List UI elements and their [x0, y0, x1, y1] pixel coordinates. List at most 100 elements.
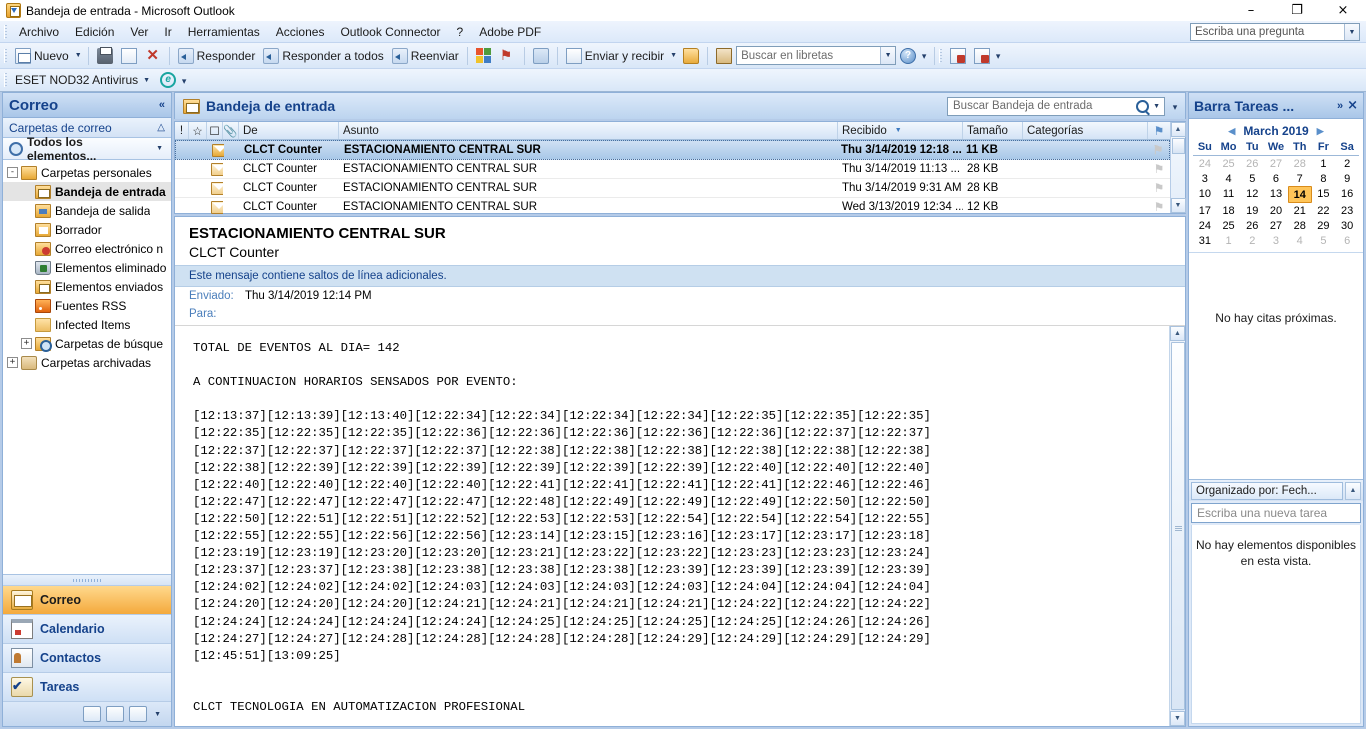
calendar-day[interactable]: 3 — [1264, 233, 1288, 248]
calendar-day[interactable]: 25 — [1217, 156, 1241, 171]
calendar-day[interactable]: 15 — [1312, 186, 1336, 203]
next-month-icon[interactable]: ▶ — [1317, 126, 1324, 137]
calendar-day[interactable]: 17 — [1193, 203, 1217, 218]
menu-item-archivo[interactable]: Archivo — [11, 23, 67, 41]
scroll-up-icon[interactable]: ▲ — [1170, 122, 1186, 137]
cell-flag[interactable]: ⚑ — [1147, 143, 1169, 157]
folder-item-bandeja-de-salida[interactable]: Bandeja de salida — [3, 201, 171, 220]
forward-button[interactable]: Reenviar — [388, 45, 463, 67]
print-button[interactable] — [93, 45, 117, 67]
toolbar-gripper[interactable] — [4, 48, 7, 63]
calendar-day[interactable]: 24 — [1193, 156, 1217, 171]
reading-pane-scrollbar[interactable]: ▲ ▼ — [1169, 326, 1185, 726]
calendar-day[interactable]: 9 — [1335, 171, 1359, 186]
eset-logo-button[interactable]: e — [156, 69, 180, 91]
chevron-down-icon[interactable]: ▼ — [154, 145, 165, 152]
calendar-day[interactable]: 18 — [1217, 203, 1241, 218]
sidebar-item-calendario[interactable]: Calendario — [3, 615, 171, 644]
column-icon[interactable]: ☐ — [207, 122, 223, 139]
pdf-toolbar-gripper[interactable] — [939, 48, 943, 63]
nav-buttons-gripper[interactable] — [3, 575, 171, 586]
folder-list-icon[interactable] — [106, 706, 125, 722]
eset-antivirus-button[interactable]: ESET NOD32 Antivirus ▼ — [11, 69, 156, 91]
open-folder-button[interactable] — [679, 45, 703, 67]
table-row[interactable]: CLCT Counter ESTACIONAMIENTO CENTRAL SUR T… — [175, 160, 1170, 179]
calendar-day[interactable]: 2 — [1240, 233, 1264, 248]
menu-gripper[interactable] — [4, 24, 7, 39]
send-receive-button[interactable]: Enviar y recibir — [562, 45, 668, 67]
chevron-down-icon[interactable]: ▼ — [1149, 103, 1164, 110]
cell-flag[interactable]: ⚑ — [1148, 162, 1170, 176]
calendar-day[interactable]: 11 — [1217, 186, 1241, 203]
calendar-day[interactable]: 2 — [1335, 156, 1359, 171]
follow-up-flag-icon[interactable]: ⚑ — [1154, 200, 1165, 214]
calendar-day[interactable]: 4 — [1217, 171, 1241, 186]
info-bar[interactable]: Este mensaje contiene saltos de línea ad… — [175, 265, 1185, 287]
calendar-day[interactable]: 28 — [1288, 156, 1312, 171]
sidebar-item-contactos[interactable]: Contactos — [3, 644, 171, 673]
calendar-day[interactable]: 13 — [1264, 186, 1288, 203]
column-reminder[interactable]: ☆ — [189, 122, 207, 139]
task-scroll-up-icon[interactable]: ▲ — [1345, 481, 1361, 500]
calendar-day[interactable]: 20 — [1264, 203, 1288, 218]
delete-button[interactable]: ✕ — [141, 45, 165, 67]
scrollbar-thumb[interactable] — [1171, 138, 1185, 154]
calendar-day[interactable]: 30 — [1335, 218, 1359, 233]
rules-button[interactable] — [529, 45, 553, 67]
menu-item-acciones[interactable]: Acciones — [268, 23, 333, 41]
expand-icon[interactable]: + — [21, 338, 32, 349]
table-row[interactable]: CLCT Counter ESTACIONAMIENTO CENTRAL SUR T… — [175, 179, 1170, 198]
arrange-by-button[interactable]: Organizado por: Fech... — [1191, 481, 1343, 500]
notes-icon[interactable] — [83, 706, 102, 722]
menu-item-ir[interactable]: Ir — [156, 23, 179, 41]
calendar-day[interactable]: 7 — [1288, 171, 1312, 186]
scroll-down-icon[interactable]: ▼ — [1170, 711, 1185, 726]
folder-item-correo-electr-nico-n[interactable]: Correo electrónico n — [3, 239, 171, 258]
calendar-day[interactable]: 26 — [1240, 156, 1264, 171]
chevron-down-icon[interactable]: ▼ — [141, 77, 152, 84]
calendar-day[interactable]: 28 — [1288, 218, 1312, 233]
new-dropdown-icon[interactable]: ▼ — [73, 52, 84, 59]
adobe-pdf-convert-button[interactable] — [946, 45, 970, 67]
column-attachment[interactable]: 📎 — [223, 122, 239, 139]
address-book-button[interactable] — [712, 45, 736, 67]
calendar-day[interactable]: 6 — [1335, 233, 1359, 248]
move-to-folder-button[interactable] — [117, 45, 141, 67]
adobe-pdf-mail-button[interactable] — [970, 45, 994, 67]
menu-item-edicion[interactable]: Edición — [67, 23, 122, 41]
follow-up-flag-icon[interactable]: ⚑ — [1154, 162, 1165, 176]
pdf-toolbar-overflow-icon[interactable]: ▾ — [994, 52, 1004, 59]
close-icon[interactable]: × — [1347, 98, 1358, 113]
new-button[interactable]: Nuevo — [11, 45, 73, 67]
calendar-day[interactable]: 21 — [1288, 203, 1312, 218]
eset-toolbar-overflow-icon[interactable]: ▾ — [180, 77, 190, 84]
eset-toolbar-gripper[interactable] — [4, 73, 7, 87]
folder-item-elementos-enviados[interactable]: Elementos enviados — [3, 277, 171, 296]
calendar-day[interactable]: 10 — [1193, 186, 1217, 203]
calendar-day[interactable]: 16 — [1335, 186, 1359, 203]
all-items-filter[interactable]: Todos los elementos... ▼ — [3, 135, 171, 163]
calendar-day[interactable]: 23 — [1335, 203, 1359, 218]
cell-flag[interactable]: ⚑ — [1148, 181, 1170, 195]
menu-item-herramientas[interactable]: Herramientas — [180, 23, 268, 41]
calendar-day[interactable]: 6 — [1264, 171, 1288, 186]
calendar-day[interactable]: 31 — [1193, 233, 1217, 248]
calendar-day[interactable]: 19 — [1240, 203, 1264, 218]
column-de[interactable]: De — [239, 122, 339, 139]
prev-month-icon[interactable]: ◀ — [1228, 126, 1235, 137]
calendar-day[interactable]: 27 — [1264, 156, 1288, 171]
calendar-day[interactable]: 27 — [1264, 218, 1288, 233]
folder-item-carpetas-personales[interactable]: - Carpetas personales — [3, 163, 171, 182]
column-importance[interactable]: ! — [175, 122, 189, 139]
expand-icon[interactable]: » — [1337, 100, 1343, 112]
menu-item-help[interactable]: ? — [449, 23, 472, 41]
menu-item-ver[interactable]: Ver — [122, 23, 156, 41]
close-button[interactable]: × — [1320, 0, 1366, 21]
column-flag[interactable]: ⚑ — [1148, 122, 1170, 139]
configure-buttons-icon[interactable]: ▼ — [152, 711, 163, 718]
calendar-day[interactable]: 12 — [1240, 186, 1264, 203]
ask-a-question-box[interactable]: Escriba una pregunta ▼ — [1190, 23, 1360, 41]
send-receive-dropdown-icon[interactable]: ▼ — [668, 52, 679, 59]
expand-query-builder-icon[interactable]: ▾ — [1171, 103, 1181, 110]
cell-flag[interactable]: ⚑ — [1148, 200, 1170, 214]
